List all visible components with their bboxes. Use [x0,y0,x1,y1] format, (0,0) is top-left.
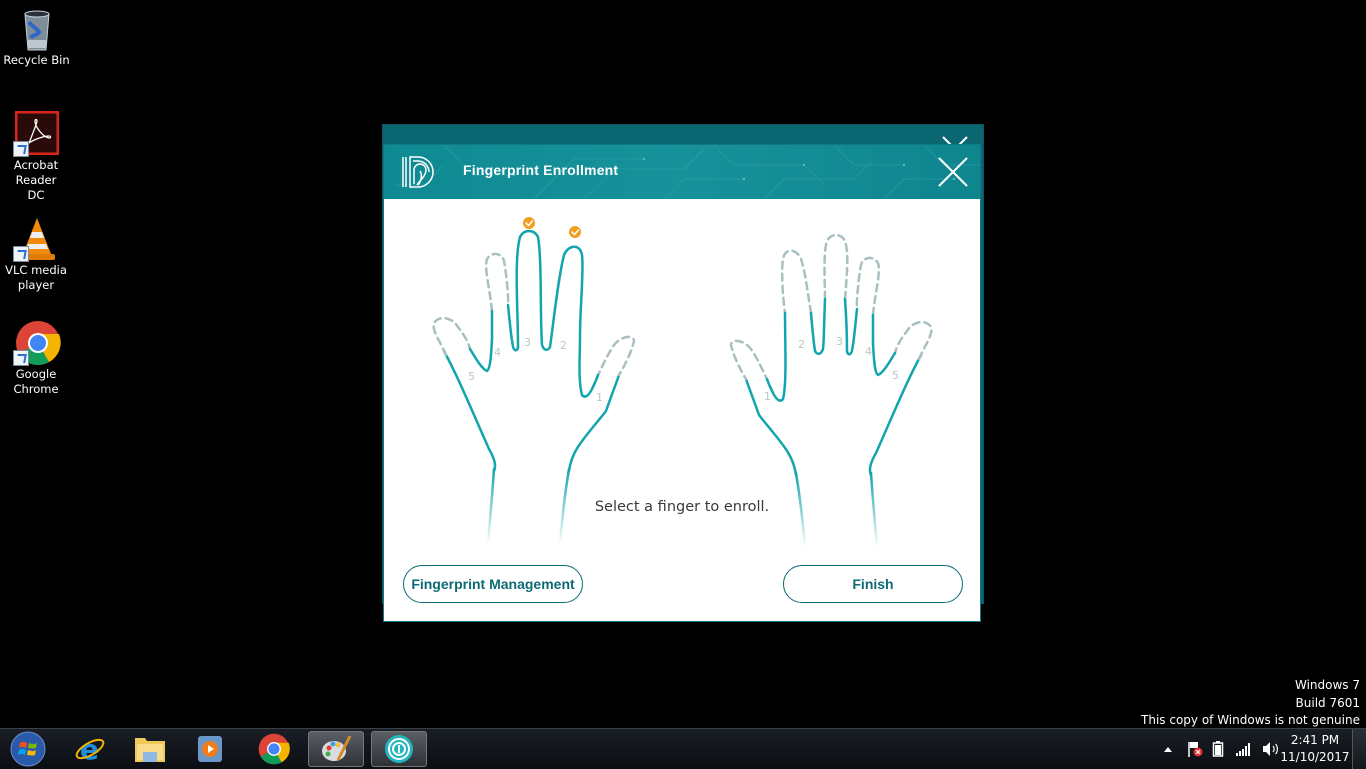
desktop-icon-label: Acrobat Reader DC [13,158,59,202]
show-desktop-button[interactable] [1352,729,1366,769]
left-finger-5[interactable] [432,316,494,373]
finish-button[interactable]: Finish [783,565,963,603]
left-finger-number: 5 [468,370,475,383]
desktop-icon-acrobat[interactable]: Acrobat Reader DC [0,110,73,203]
volume-icon[interactable] [1262,741,1280,757]
paint-icon [322,735,352,761]
instruction-text: Select a finger to enroll. [594,499,770,515]
watermark-genuine: This copy of Windows is not genuine [1141,713,1360,727]
app-logo-icon [400,154,436,190]
desktop-icon-recycle-bin[interactable]: Recycle Bin [0,6,73,68]
left-hand [432,217,636,546]
chrome-icon [12,320,61,366]
system-tray [1162,729,1280,769]
watermark-build: Build 7601 [1295,695,1360,710]
desktop-icon-label: Google Chrome [13,367,59,396]
clock-date: 11/10/2017 [1280,750,1350,764]
taskbar-internet-explorer[interactable]: e [62,731,118,767]
watermark-os: Windows 7 [1294,678,1360,692]
shortcut-arrow-icon [12,350,29,366]
start-button[interactable] [0,731,56,767]
left-finger-3[interactable] [515,217,552,351]
dialog-content: 5 4 3 2 1 1 2 3 4 5 Select a finger to e… [384,199,980,621]
right-finger-number: 5 [892,369,899,382]
media-player-icon [198,736,222,762]
shortcut-arrow-icon [12,246,29,262]
clock-time: 2:41 PM [1290,733,1340,747]
desktop-icon-label: VLC media player [5,263,67,292]
file-explorer-icon [135,738,165,762]
right-finger-number: 3 [836,335,843,348]
network-signal-icon[interactable] [1236,742,1252,756]
left-finger-2[interactable] [548,226,594,398]
internet-explorer-icon: e [75,733,105,765]
fingerprint-management-button[interactable]: Fingerprint Management [403,565,583,603]
left-finger-1[interactable] [590,335,636,391]
windows-watermark: Windows 7 Build 7601 This copy of Window… [1141,677,1360,730]
chrome-icon [258,733,290,765]
enrolled-check-icon [523,217,535,229]
acrobat-icon [12,110,59,157]
battery-icon[interactable] [1212,740,1224,758]
left-finger-4[interactable] [484,252,520,352]
right-finger-number: 2 [798,338,805,351]
left-finger-number: 3 [524,336,531,349]
right-finger-number: 4 [865,345,872,358]
right-finger-1[interactable] [729,339,775,395]
taskbar-chrome[interactable] [246,731,302,767]
taskbar-fingerprint-app[interactable] [371,731,427,767]
title-bar[interactable]: Fingerprint Enrollment [384,145,980,199]
fingerprint-app-icon [385,735,413,763]
shortcut-arrow-icon [12,141,29,157]
dialog-title: Fingerprint Enrollment [463,162,619,178]
vlc-icon [12,216,59,262]
enrolled-check-icon [569,226,581,238]
taskbar-paint[interactable] [308,731,364,767]
desktop-icon-vlc[interactable]: VLC media player [0,216,73,293]
system-clock[interactable]: 2:41 PM 11/10/2017 [1280,732,1350,766]
right-finger-4[interactable] [845,256,881,356]
recycle-bin-icon [15,6,59,51]
desktop-icon-label: Recycle Bin [3,53,70,67]
action-center-flag-icon[interactable] [1186,740,1204,758]
start-orb-icon [10,731,46,767]
taskbar-file-explorer[interactable] [122,731,178,767]
svg-text:e: e [80,733,99,765]
fingerprint-enrollment-dialog: Fingerprint Enrollment 5 4 3 2 1 1 2 3 4… [383,144,981,622]
show-hidden-icons-button[interactable] [1164,746,1172,752]
right-finger-5[interactable] [871,320,933,377]
left-finger-number: 1 [596,391,603,404]
right-finger-2[interactable] [771,249,817,402]
right-finger-number: 1 [764,390,771,403]
close-button[interactable] [936,155,970,189]
left-finger-number: 2 [560,339,567,352]
taskbar: e 2:41 PM 11/10/2017 [0,728,1366,769]
left-finger-number: 4 [494,346,501,359]
close-icon [938,157,968,187]
desktop-icon-chrome[interactable]: Google Chrome [0,320,73,397]
taskbar-media-player[interactable] [182,731,238,767]
